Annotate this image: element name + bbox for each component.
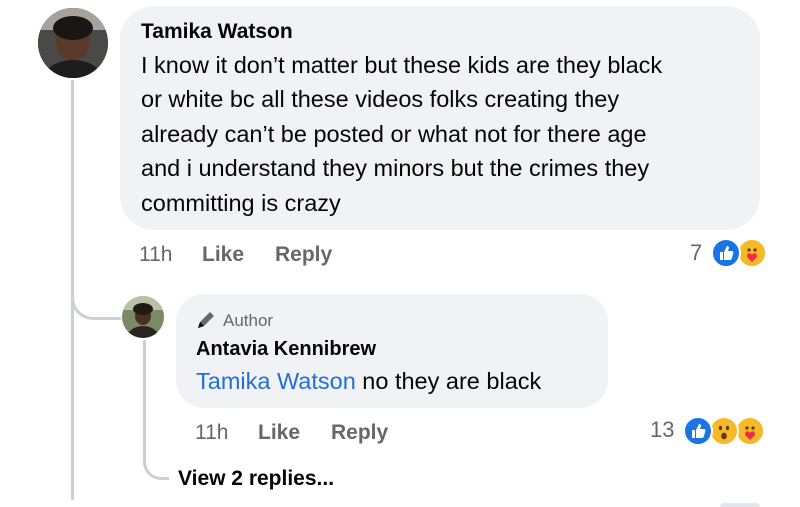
comment-author-name[interactable]: Tamika Watson	[141, 20, 293, 44]
wow-reaction-icon[interactable]	[709, 416, 739, 446]
thread-line-replies	[143, 340, 146, 450]
profile-photo-tamika	[38, 8, 108, 78]
like-reaction-icon[interactable]	[683, 416, 713, 446]
comment-reaction-count[interactable]: 7	[690, 240, 702, 266]
thread-line-branch	[71, 296, 121, 320]
like-reaction-icon[interactable]	[711, 238, 741, 268]
author-badge: Author	[195, 310, 273, 332]
care-emoji-icon	[745, 426, 755, 440]
thread-line-main	[71, 80, 74, 500]
thumbs-up-icon	[720, 246, 734, 260]
divider	[720, 503, 760, 507]
thread-line-replies-branch	[143, 450, 169, 480]
view-replies-link[interactable]: View 2 replies...	[178, 467, 334, 491]
avatar[interactable]	[38, 8, 108, 78]
comment-timestamp[interactable]: 11h	[139, 243, 172, 267]
wow-emoji-icon	[718, 425, 730, 440]
profile-photo-antavia	[122, 296, 164, 338]
reply-text-body: no they are black	[355, 368, 542, 394]
reply-timestamp[interactable]: 11h	[195, 421, 228, 445]
comment-text-line-3: already can’t be posted or what not for …	[141, 121, 647, 147]
author-badge-label: Author	[223, 311, 274, 330]
comment-text-line-2: or white bc all these videos folks creat…	[141, 86, 620, 112]
avatar[interactable]	[122, 296, 164, 338]
reply-reply-button[interactable]: Reply	[331, 421, 388, 445]
comment-reply-button[interactable]: Reply	[275, 243, 332, 267]
reply-like-button[interactable]: Like	[258, 421, 300, 445]
reply-author-name[interactable]: Antavia Kennibrew	[196, 338, 376, 361]
care-reaction-icon[interactable]	[735, 416, 765, 446]
care-emoji-icon	[747, 248, 757, 262]
thumbs-up-icon	[692, 424, 706, 438]
comment-text-line-4: and i understand they minors but the cri…	[141, 155, 650, 181]
reply-reaction-count[interactable]: 13	[650, 417, 674, 443]
reply-text: Tamika Watson no they are black	[196, 364, 541, 399]
comment-text-line-5: committing is crazy	[141, 190, 341, 216]
comment-like-button[interactable]: Like	[202, 243, 244, 267]
comment-text-line-1: I know it don’t matter but these kids ar…	[141, 52, 663, 78]
care-reaction-icon[interactable]	[737, 238, 767, 268]
pencil-icon	[198, 312, 214, 328]
mention-link[interactable]: Tamika Watson	[196, 368, 356, 394]
